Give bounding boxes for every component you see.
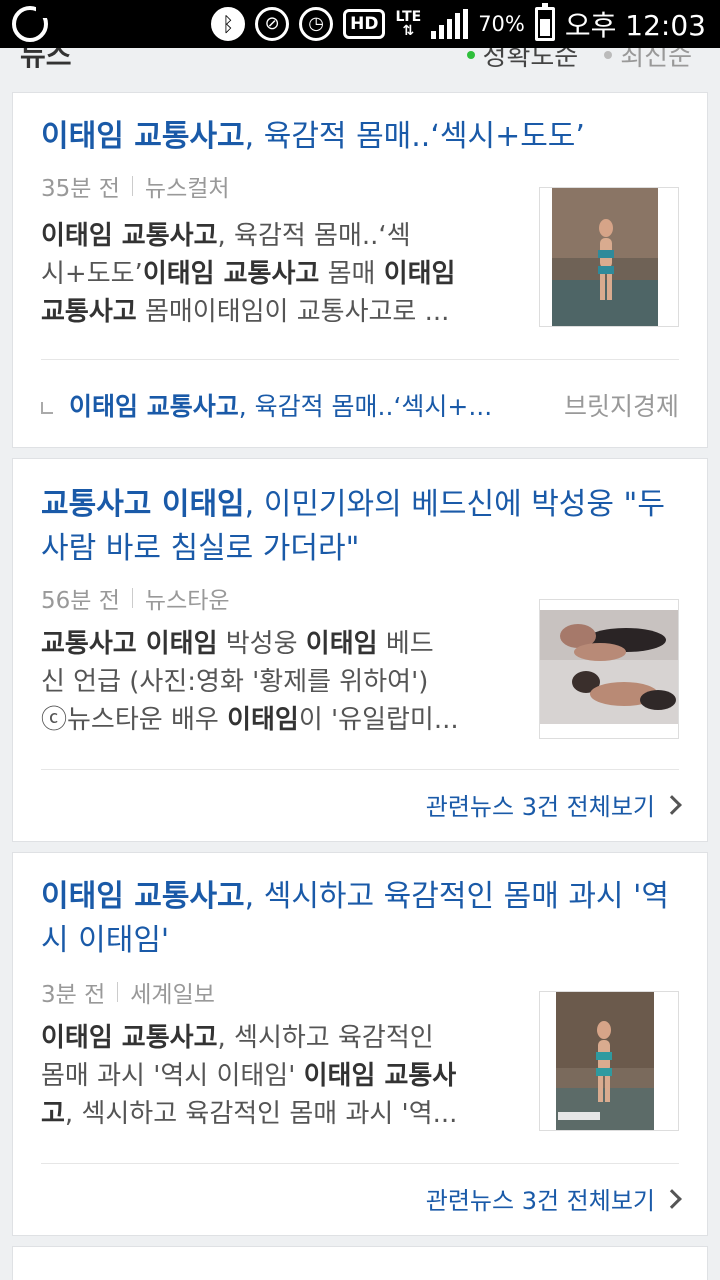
article-title-link[interactable]: 이태임 교통사고, 육감적 몸매..‘섹시+도도’ [41, 115, 677, 159]
thumbnail-photo-icon [540, 992, 678, 1130]
article-time: 56분 전 [41, 588, 120, 614]
article-title-keyword: 이태임 교통사고 [41, 879, 245, 914]
snippet-line: 신 언급 (사진:영화 '황제를 위하여') [41, 663, 509, 701]
article-thumbnail[interactable] [539, 599, 679, 739]
sort-latest-label: 최신순 [620, 48, 692, 72]
article-title-keyword: 이태임 교통사고 [41, 119, 245, 154]
news-card: 이태임 교통사고, 육감적 몸매..‘섹시+도도’ 35분 전 뉴스컬처 이태임… [12, 92, 708, 448]
article-time: 3분 전 [41, 982, 106, 1008]
related-title-keyword: 이태임 교통사고 [69, 392, 239, 421]
article-source[interactable]: 세계일보 [130, 975, 215, 1009]
battery-percent: 70% [478, 12, 525, 36]
snippet-keyword: 이태임 [227, 705, 299, 735]
snippet-keyword: 교통사고 [41, 297, 137, 327]
clock: 오후 12:03 [564, 9, 706, 42]
snippet-text: ⓒ뉴스타운 배우 [41, 705, 228, 735]
snippet-text: 몸매 과시 '역시 이태임' [41, 1061, 304, 1091]
sort-options: 정확도순 최신순 [466, 48, 692, 73]
article-source[interactable]: 뉴스타운 [145, 581, 230, 615]
sort-accuracy-label: 정확도순 [482, 48, 579, 72]
chevron-right-icon [662, 794, 682, 815]
article-meta: 35분 전 뉴스컬처 [41, 169, 230, 203]
snippet-keyword: 교통사고 이태임 [41, 629, 218, 659]
sort-latest-option[interactable]: 최신순 [604, 48, 692, 73]
article-title-link[interactable]: 교통사고 이태임, 이민기와의 베드신에 박성웅 "두 사람 바로 침실로 가더… [41, 483, 677, 571]
article-title-keyword: 교통사고 이태임 [41, 487, 245, 522]
hd-voice-icon: HD [343, 9, 386, 39]
snippet-text: , 섹시하고 육감적인 [217, 1023, 434, 1053]
inactive-dot-icon [604, 50, 613, 59]
reply-corner-icon [41, 402, 53, 414]
snippet-text: 시+도도’ [41, 259, 143, 289]
related-article-source: 브릿지경제 [563, 392, 679, 421]
lte-icon: LTE ⇅ [395, 9, 422, 39]
snippet-keyword: 이태임 [383, 259, 456, 289]
status-bar: ᛒ ⊘ ◷ HD LTE ⇅ 70% 오후 12:03 [0, 0, 720, 48]
news-card: 이태임 교통사고, 섹시하고 육감적인 몸매 과시 '역시 이태임' 3분 전 … [12, 852, 708, 1236]
snippet-line: 고, 섹시하고 육감적인 몸매 과시 '역... [41, 1095, 509, 1133]
snippet-line: 교통사고 몸매이태임이 교통사고로 ... [41, 293, 509, 331]
sort-accuracy-option[interactable]: 정확도순 [466, 48, 579, 73]
news-card: 교통사고 이태임, 이민기와의 베드신에 박성웅 "두 사람 바로 침실로 가더… [12, 458, 708, 842]
snippet-keyword: 이태임 교통사고 [142, 259, 320, 289]
related-article-link[interactable]: 이태임 교통사고, 육감적 몸매..‘섹시+... 브릿지경제 [41, 387, 679, 423]
related-article-title: 이태임 교통사고, 육감적 몸매..‘섹시+... [69, 387, 552, 423]
news-card-partial[interactable] [12, 1246, 708, 1280]
snippet-keyword: 고 [41, 1099, 65, 1129]
article-snippet[interactable]: 이태임 교통사고, 육감적 몸매..‘섹 시+도도’이태임 교통사고 몸매 이태임… [41, 217, 509, 331]
snippet-text: 박성웅 [217, 629, 306, 659]
snippet-text: 신 언급 (사진:영화 '황제를 위하여') [41, 667, 429, 697]
lte-label: LTE [395, 9, 422, 25]
snippet-text: 이 '유일랍미... [298, 705, 459, 735]
news-section-header: 뉴스 정확도순 최신순 [0, 48, 720, 86]
chevron-right-icon [662, 1188, 682, 1209]
snippet-keyword: 이태임 [305, 629, 378, 659]
snippet-line: ⓒ뉴스타운 배우 이태임이 '유일랍미... [41, 701, 509, 739]
article-thumbnail[interactable] [539, 187, 679, 327]
snippet-line: 시+도도’이태임 교통사고 몸매 이태임 [41, 255, 509, 293]
snippet-line: 이태임 교통사고, 섹시하고 육감적인 [41, 1019, 509, 1057]
snippet-text: , 섹시하고 육감적인 몸매 과시 '역... [64, 1099, 458, 1129]
snippet-keyword: 이태임 교통사 [303, 1061, 457, 1091]
olleh-logo-icon [12, 4, 50, 42]
active-dot-icon [466, 50, 475, 59]
snippet-line: 몸매 과시 '역시 이태임' 이태임 교통사 [41, 1057, 509, 1095]
snippet-line: 교통사고 이태임 박성웅 이태임 베드 [41, 625, 509, 663]
article-time: 35분 전 [41, 176, 120, 202]
article-title-link[interactable]: 이태임 교통사고, 섹시하고 육감적인 몸매 과시 '역시 이태임' [41, 875, 677, 963]
snippet-keyword: 이태임 교통사고 [41, 1023, 218, 1053]
snippet-text: 몸매이태임이 교통사고로 ... [136, 297, 450, 327]
status-icons: ᛒ ⊘ ◷ HD LTE ⇅ 70% 오후 12:03 [211, 0, 706, 48]
card-divider [41, 359, 679, 360]
snippet-line: 이태임 교통사고, 육감적 몸매..‘섹 [41, 217, 509, 255]
article-meta: 3분 전 세계일보 [41, 975, 215, 1009]
related-news-all-link[interactable]: 관련뉴스 3건 전체보기 [425, 787, 682, 822]
section-title: 뉴스 [20, 48, 72, 72]
snippet-text: 베드 [377, 629, 434, 659]
mute-icon: ⊘ [255, 7, 290, 41]
snippet-text: 몸매 [319, 259, 384, 289]
bluetooth-icon: ᛒ [211, 7, 246, 41]
signal-icon [431, 9, 469, 39]
related-news-all-label: 관련뉴스 3건 전체보기 [425, 1187, 655, 1215]
article-thumbnail[interactable] [539, 991, 679, 1131]
snippet-text: , 육감적 몸매..‘섹 [217, 221, 411, 251]
article-snippet[interactable]: 교통사고 이태임 박성웅 이태임 베드신 언급 (사진:영화 '황제를 위하여'… [41, 625, 509, 739]
article-snippet[interactable]: 이태임 교통사고, 섹시하고 육감적인 몸매 과시 '역시 이태임' 이태임 교통… [41, 1019, 509, 1133]
alarm-icon: ◷ [299, 7, 334, 41]
related-news-all-link[interactable]: 관련뉴스 3건 전체보기 [425, 1181, 682, 1216]
battery-icon [534, 3, 555, 41]
card-divider [41, 1163, 679, 1164]
snippet-keyword: 이태임 교통사고 [41, 221, 218, 251]
related-title-text: , 육감적 몸매..‘섹시+... [238, 392, 493, 421]
thumbnail-photo-icon [540, 188, 678, 326]
article-meta: 56분 전 뉴스타운 [41, 581, 230, 615]
article-source[interactable]: 뉴스컬처 [145, 169, 230, 203]
related-news-all-label: 관련뉴스 3건 전체보기 [425, 793, 655, 821]
card-divider [41, 769, 679, 770]
thumbnail-photo-icon [540, 600, 678, 738]
article-title-text: , 육감적 몸매..‘섹시+도도’ [244, 119, 585, 154]
